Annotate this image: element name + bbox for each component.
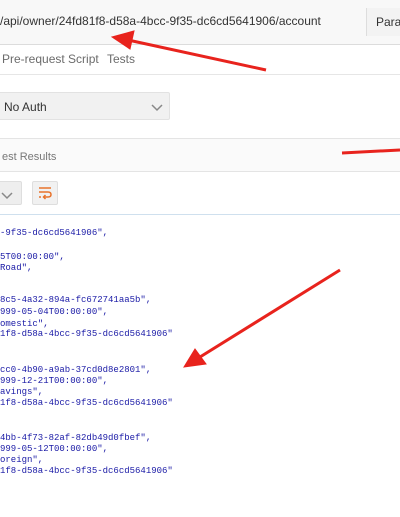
response-line: 4bb-4f73-82af-82db49d0fbef",	[0, 433, 152, 443]
response-line: 1f8-d58a-4bcc-9f35-dc6cd5641906"	[0, 398, 173, 408]
request-url-input[interactable]: /api/owner/24fd81f8-d58a-4bcc-9f35-dc6cd…	[0, 14, 321, 28]
response-line: omestic",	[0, 319, 49, 329]
auth-type-value: No Auth	[4, 100, 47, 114]
response-line: 8c5-4a32-894a-fc672741aa5b",	[0, 295, 152, 305]
request-tabs: Pre-request Script Tests	[0, 44, 400, 75]
response-line: 999-12-21T00:00:00",	[0, 376, 109, 386]
auth-type-select[interactable]: No Auth	[0, 92, 170, 120]
tab-tests[interactable]: Tests	[107, 52, 135, 66]
request-url-bar: /api/owner/24fd81f8-d58a-4bcc-9f35-dc6cd…	[0, 0, 400, 45]
response-line: 1f8-d58a-4bcc-9f35-dc6cd5641906"	[0, 466, 173, 476]
tab-pre-request-script[interactable]: Pre-request Script	[2, 52, 99, 66]
format-select[interactable]	[0, 181, 22, 205]
response-line: -9f35-dc6cd5641906",	[0, 228, 109, 238]
response-line: oreign",	[0, 455, 44, 465]
params-button[interactable]: Params	[366, 8, 400, 36]
response-line: Road",	[0, 263, 33, 273]
chevron-down-icon	[1, 188, 13, 206]
response-body: -9f35-dc6cd5641906", 5T00:00:00", Road",…	[0, 214, 400, 517]
wrap-lines-button[interactable]	[32, 181, 58, 205]
chevron-down-icon	[151, 100, 163, 118]
response-line: 1f8-d58a-4bcc-9f35-dc6cd5641906"	[0, 329, 173, 339]
wrap-icon	[38, 186, 52, 205]
response-line: avings",	[0, 387, 44, 397]
response-line: 999-05-04T00:00:00",	[0, 307, 109, 317]
test-results-bar: est Results	[0, 138, 400, 172]
response-line: cc0-4b90-a9ab-37cd0d8e2801",	[0, 365, 152, 375]
response-line: 999-05-12T00:00:00",	[0, 444, 109, 454]
response-line: 5T00:00:00",	[0, 252, 65, 262]
test-results-label[interactable]: est Results	[2, 151, 56, 163]
